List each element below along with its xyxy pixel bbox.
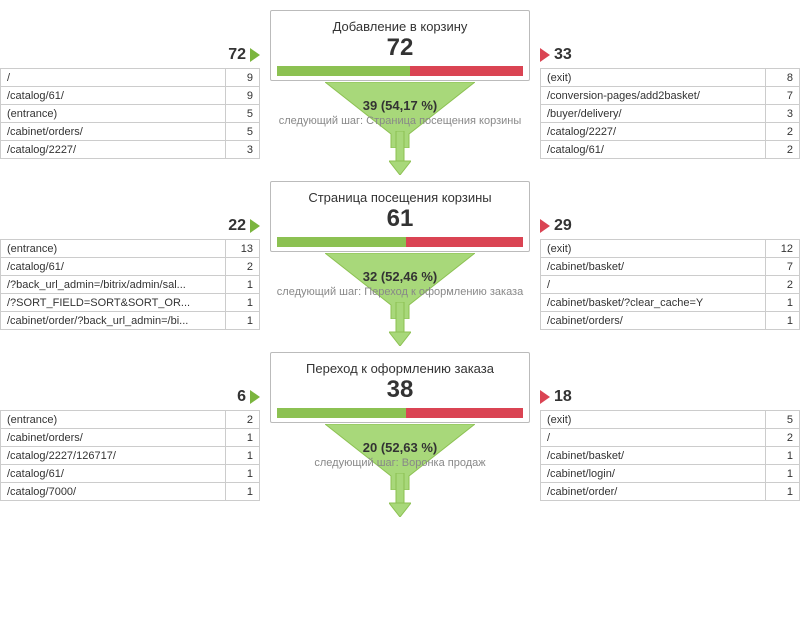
- count-cell: 1: [766, 312, 800, 330]
- table-row: /cabinet/order/?back_url_admin=/bi...1: [1, 312, 260, 330]
- funnel-step: 6 Переход к оформлению заказа 38 18 (entranc…: [0, 352, 800, 517]
- triangle-right-red-icon: [540, 219, 550, 233]
- next-count: 20 (52,63 %): [0, 440, 800, 455]
- path-cell: (exit): [541, 69, 766, 87]
- table-row: /catalog/7000/1: [1, 483, 260, 501]
- count-cell: 1: [766, 483, 800, 501]
- exit-table: (exit)8/conversion-pages/add2basket/7/bu…: [540, 68, 800, 159]
- path-cell: (exit): [541, 411, 766, 429]
- path-cell: /cabinet/orders/: [541, 312, 766, 330]
- path-cell: /: [1, 69, 226, 87]
- path-cell: (entrance): [1, 411, 226, 429]
- entrance-table: (entrance)2/cabinet/orders/1/catalog/222…: [0, 410, 260, 501]
- step-card[interactable]: Добавление в корзину 72: [270, 10, 530, 81]
- path-cell: /cabinet/order/: [541, 483, 766, 501]
- table-row: (exit)8: [541, 69, 800, 87]
- table-row: (entrance)13: [1, 240, 260, 258]
- table-row: /?SORT_FIELD=SORT&SORT_OR...1: [1, 294, 260, 312]
- count-cell: 2: [766, 141, 800, 159]
- entrance-table: (entrance)13/catalog/61/2/?back_url_admi…: [0, 239, 260, 330]
- paths-table: (exit)5/2/cabinet/basket/1/cabinet/login…: [540, 410, 800, 501]
- count-cell: 1: [226, 483, 260, 501]
- ratio-bar: [277, 66, 523, 76]
- path-cell: /cabinet/basket/?clear_cache=Y: [541, 294, 766, 312]
- count-cell: 8: [766, 69, 800, 87]
- step-count: 38: [277, 378, 523, 402]
- count-cell: 1: [226, 294, 260, 312]
- out-count: 18: [540, 388, 572, 406]
- path-cell: /catalog/61/: [541, 141, 766, 159]
- count-cell: 9: [226, 69, 260, 87]
- count-cell: 1: [766, 294, 800, 312]
- count-cell: 2: [766, 123, 800, 141]
- paths-table: (entrance)13/catalog/61/2/?back_url_admi…: [0, 239, 260, 330]
- path-cell: /catalog/61/: [1, 465, 226, 483]
- step-title: Переход к оформлению заказа: [277, 361, 523, 376]
- count-cell: 2: [226, 411, 260, 429]
- triangle-right-green-icon: [250, 48, 260, 62]
- count-cell: 5: [226, 123, 260, 141]
- ratio-bar: [277, 237, 523, 247]
- funnel-step: 72Добавление в корзину7233/9/catalog/61/…: [0, 10, 800, 175]
- out-count: 29: [540, 217, 572, 235]
- table-row: /9: [1, 69, 260, 87]
- path-cell: /catalog/2227/: [1, 141, 226, 159]
- path-cell: /cabinet/login/: [541, 465, 766, 483]
- out-count: 33: [540, 46, 572, 64]
- step-card[interactable]: Переход к оформлению заказа 38: [270, 352, 530, 423]
- path-cell: /?SORT_FIELD=SORT&SORT_OR...: [1, 294, 226, 312]
- exit-table: (exit)5/2/cabinet/basket/1/cabinet/login…: [540, 410, 800, 501]
- path-cell: /catalog/7000/: [1, 483, 226, 501]
- funnel-step: 22 Страница посещения корзины 61 29 (entranc…: [0, 181, 800, 346]
- triangle-right-red-icon: [540, 48, 550, 62]
- in-count: 22: [228, 217, 260, 235]
- table-row: /catalog/61/1: [1, 465, 260, 483]
- count-cell: 13: [226, 240, 260, 258]
- funnel-diagram: 72Добавление в корзину7233/9/catalog/61/…: [0, 0, 800, 533]
- table-row: /cabinet/basket/?clear_cache=Y1: [541, 294, 800, 312]
- in-count: 72: [228, 46, 260, 64]
- count-cell: 1: [226, 465, 260, 483]
- exit-table: (exit)12/cabinet/basket/7/2/cabinet/bask…: [540, 239, 800, 330]
- table-row: /cabinet/orders/1: [541, 312, 800, 330]
- paths-table: (entrance)2/cabinet/orders/1/catalog/222…: [0, 410, 260, 501]
- step-count: 72: [277, 36, 523, 60]
- triangle-right-green-icon: [250, 390, 260, 404]
- count-cell: 3: [226, 141, 260, 159]
- step-title: Добавление в корзину: [277, 19, 523, 34]
- table-row: /cabinet/orders/5: [1, 123, 260, 141]
- ratio-bar: [277, 408, 523, 418]
- paths-table: (exit)8/conversion-pages/add2basket/7/bu…: [540, 68, 800, 159]
- entrance-table: /9/catalog/61/9(entrance)5/cabinet/order…: [0, 68, 260, 159]
- table-row: (exit)5: [541, 411, 800, 429]
- step-card[interactable]: Страница посещения корзины 61: [270, 181, 530, 252]
- table-row: (exit)12: [541, 240, 800, 258]
- table-row: /catalog/2227/2: [541, 123, 800, 141]
- next-count: 39 (54,17 %): [0, 98, 800, 113]
- paths-table: (exit)12/cabinet/basket/7/2/cabinet/bask…: [540, 239, 800, 330]
- count-cell: 5: [766, 411, 800, 429]
- path-cell: /cabinet/orders/: [1, 123, 226, 141]
- path-cell: (entrance): [1, 240, 226, 258]
- paths-table: /9/catalog/61/9(entrance)5/cabinet/order…: [0, 68, 260, 159]
- table-row: (entrance)2: [1, 411, 260, 429]
- table-row: /catalog/61/2: [541, 141, 800, 159]
- in-count: 6: [237, 388, 260, 406]
- count-cell: 1: [226, 312, 260, 330]
- triangle-right-red-icon: [540, 390, 550, 404]
- path-cell: (exit): [541, 240, 766, 258]
- triangle-right-green-icon: [250, 219, 260, 233]
- next-count: 32 (52,46 %): [0, 269, 800, 284]
- table-row: /cabinet/order/1: [541, 483, 800, 501]
- table-row: /catalog/2227/3: [1, 141, 260, 159]
- path-cell: /catalog/2227/: [541, 123, 766, 141]
- step-title: Страница посещения корзины: [277, 190, 523, 205]
- table-row: /cabinet/login/1: [541, 465, 800, 483]
- path-cell: /cabinet/order/?back_url_admin=/bi...: [1, 312, 226, 330]
- count-cell: 1: [766, 465, 800, 483]
- count-cell: 12: [766, 240, 800, 258]
- step-count: 61: [277, 207, 523, 231]
